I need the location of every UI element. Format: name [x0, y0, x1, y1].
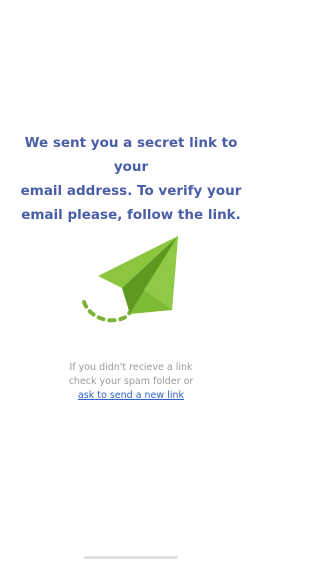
paper-plane-icon [82, 236, 178, 323]
home-indicator[interactable] [84, 556, 178, 559]
message-line-1: We sent you a secret link to your [24, 135, 238, 175]
message-line-3: email please, follow the link. [21, 207, 241, 223]
verification-message: We sent you a secret link to your email … [14, 131, 248, 227]
verify-email-screen: We sent you a secret link to your email … [0, 0, 262, 567]
flight-trail [82, 300, 132, 323]
help-line-1: If you didn't recieve a link [69, 362, 193, 373]
resend-help: If you didn't recieve a link check your … [20, 361, 242, 403]
resend-link[interactable]: ask to send a new link [20, 389, 242, 403]
help-line-2: check your spam folder or [68, 376, 194, 387]
message-line-2: email address. To verify your [20, 183, 242, 199]
